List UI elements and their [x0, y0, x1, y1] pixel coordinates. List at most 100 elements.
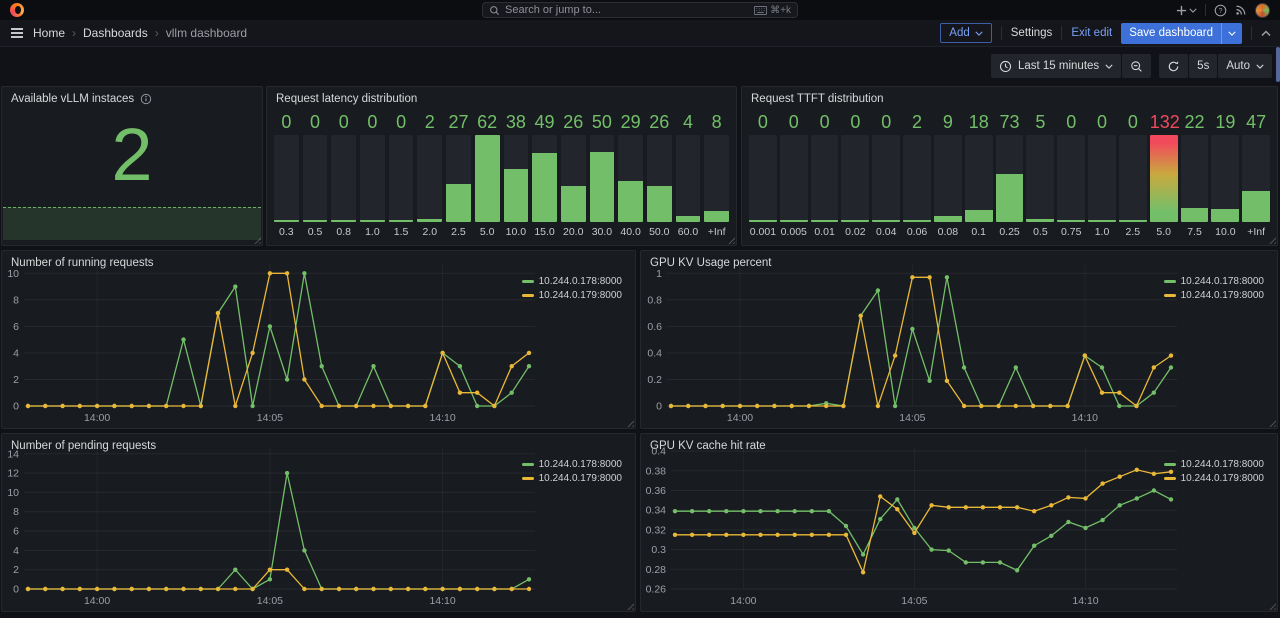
- panel-kv-hit-rate: GPU KV cache hit rate 14:0014:0514:100.2…: [640, 433, 1278, 612]
- bar-track: [274, 135, 299, 222]
- auto-refresh-dropdown[interactable]: Auto: [1218, 54, 1272, 78]
- svg-text:14:05: 14:05: [901, 595, 927, 607]
- caret-down-icon: [1256, 64, 1264, 69]
- bar-value: 0: [1088, 111, 1116, 133]
- legend-label: 10.244.0.178:8000: [1181, 276, 1264, 287]
- add-button[interactable]: Add: [940, 23, 991, 43]
- svg-text:14:10: 14:10: [1072, 595, 1098, 607]
- bar-label: 5.0: [1150, 222, 1178, 238]
- search-icon: [489, 5, 500, 16]
- bar-label: 0.02: [841, 222, 869, 238]
- time-range-group: Last 15 minutes: [991, 54, 1151, 78]
- bar-fill: [417, 219, 442, 222]
- svg-text:8: 8: [13, 294, 19, 306]
- bar-gauge-cell: 00.3: [274, 111, 299, 238]
- bar-label: 1.5: [389, 222, 414, 238]
- dashboard-header-bar: Home › Dashboards › vllm dashboard Add S…: [0, 20, 1280, 47]
- save-dashboard-button[interactable]: Save dashboard: [1121, 23, 1242, 44]
- svg-text:6: 6: [13, 526, 19, 538]
- save-options-caret[interactable]: [1221, 23, 1242, 44]
- bar-gauge-cell: 1910.0: [1211, 111, 1239, 238]
- svg-text:0.3: 0.3: [651, 544, 666, 556]
- legend-swatch: [522, 294, 534, 297]
- info-icon[interactable]: [140, 93, 152, 105]
- time-range-picker[interactable]: Last 15 minutes: [991, 54, 1121, 78]
- bar-label: 0.1: [965, 222, 993, 238]
- refresh-interval-label[interactable]: 5s: [1189, 54, 1217, 78]
- legend-item[interactable]: 10.244.0.178:8000: [1164, 459, 1264, 470]
- bar-track: [749, 135, 777, 222]
- user-avatar[interactable]: [1255, 3, 1270, 18]
- menu-toggle-button[interactable]: [9, 26, 25, 40]
- collapse-toolbar-button[interactable]: [1261, 30, 1271, 37]
- bar-track: [618, 135, 643, 222]
- bar-track: [841, 135, 869, 222]
- bar-fill: [475, 135, 500, 222]
- panel-pending-requests: Number of pending requests 14:0014:0514:…: [1, 433, 636, 612]
- grafana-logo-icon[interactable]: [10, 3, 24, 17]
- edit-actions: Add Settings Exit edit Save dashboard: [940, 23, 1271, 44]
- new-menu-button[interactable]: [1176, 5, 1197, 16]
- bar-fill: [996, 174, 1024, 222]
- bar-gauge-cell: 00.04: [872, 111, 900, 238]
- legend-item[interactable]: 10.244.0.178:8000: [1164, 276, 1264, 287]
- svg-text:6: 6: [13, 321, 19, 333]
- refresh-button[interactable]: [1159, 54, 1188, 78]
- bar-track: [872, 135, 900, 222]
- svg-text:4: 4: [13, 347, 19, 359]
- legend-item[interactable]: 10.244.0.178:8000: [522, 459, 622, 470]
- exit-edit-button[interactable]: Exit edit: [1071, 27, 1112, 39]
- search-input[interactable]: Search or jump to... ⌘+k: [482, 2, 798, 18]
- bar-label: 0.005: [780, 222, 808, 238]
- news-button[interactable]: [1235, 4, 1247, 16]
- bar-value: 0: [303, 111, 328, 133]
- bar-gauge-cell: 4915.0: [532, 111, 557, 238]
- clock-icon: [999, 60, 1012, 73]
- bar-label: 0.3: [274, 222, 299, 238]
- top-navigation-bar: Search or jump to... ⌘+k ?: [0, 0, 1280, 20]
- legend-item[interactable]: 10.244.0.179:8000: [522, 473, 622, 484]
- bar-value: 18: [965, 111, 993, 133]
- bar-gauge-cell: 2620.0: [561, 111, 586, 238]
- panel-title[interactable]: Request TTFT distribution: [742, 87, 1277, 107]
- zoom-out-button[interactable]: [1122, 54, 1151, 78]
- bar-track: [360, 135, 385, 222]
- bar-track: [996, 135, 1024, 222]
- bar-label: 2.0: [417, 222, 442, 238]
- search-shortcut: ⌘+k: [754, 5, 791, 16]
- legend-item[interactable]: 10.244.0.178:8000: [522, 276, 622, 287]
- bar-track: [331, 135, 356, 222]
- help-button[interactable]: ?: [1214, 4, 1227, 17]
- breadcrumb-dashboards[interactable]: Dashboards: [83, 26, 148, 40]
- bar-label: 30.0: [590, 222, 615, 238]
- legend-item[interactable]: 10.244.0.179:8000: [1164, 290, 1264, 301]
- legend-item[interactable]: 10.244.0.179:8000: [522, 290, 622, 301]
- bar-label: 50.0: [647, 222, 672, 238]
- bar-fill: [303, 220, 328, 222]
- svg-text:14:10: 14:10: [429, 595, 455, 607]
- scrollbar-thumb[interactable]: [1276, 47, 1280, 82]
- legend-swatch: [1164, 294, 1176, 297]
- bar-track: [389, 135, 414, 222]
- bar-track: [1211, 135, 1239, 222]
- legend-item[interactable]: 10.244.0.179:8000: [1164, 473, 1264, 484]
- bar-label: 0.08: [934, 222, 962, 238]
- keyboard-icon: [754, 6, 767, 15]
- bar-value: 2: [903, 111, 931, 133]
- breadcrumb-home[interactable]: Home: [33, 26, 65, 40]
- bar-value: 5: [1026, 111, 1054, 133]
- caret-down-icon: [1228, 31, 1236, 36]
- bar-value: 0: [1057, 111, 1085, 133]
- bar-fill: [965, 210, 993, 222]
- bar-track: [811, 135, 839, 222]
- settings-button[interactable]: Settings: [1011, 27, 1053, 39]
- breadcrumb-current: vllm dashboard: [166, 26, 247, 40]
- bar-label: 2.5: [1119, 222, 1147, 238]
- bar-track: [1088, 135, 1116, 222]
- bar-fill: [360, 220, 385, 222]
- svg-text:14: 14: [7, 448, 19, 460]
- refresh-icon: [1167, 60, 1180, 73]
- caret-down-icon: [1189, 8, 1197, 13]
- panel-title[interactable]: Available vLLM instaces: [2, 87, 262, 107]
- panel-title[interactable]: Request latency distribution: [267, 87, 736, 107]
